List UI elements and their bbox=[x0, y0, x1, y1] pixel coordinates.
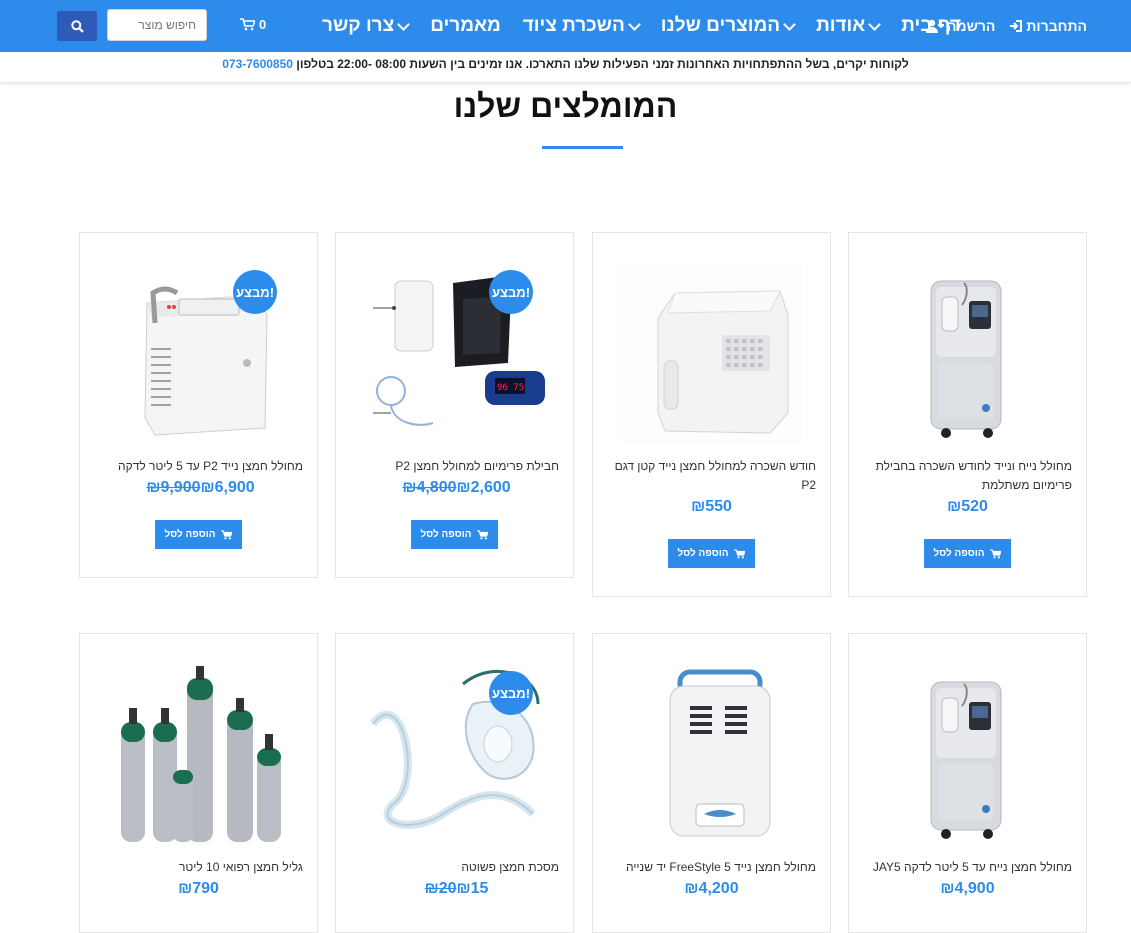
product-price: ₪520 bbox=[849, 498, 1086, 516]
sale-badge: מבצע! bbox=[489, 270, 533, 314]
announcement-text: לקוחות יקרים, בשל ההתפתחויות האחרונות זמ… bbox=[292, 57, 909, 71]
nav-item-label: השכרת ציוד bbox=[522, 15, 625, 36]
product-image[interactable] bbox=[620, 263, 803, 443]
current-price: ₪15 bbox=[456, 880, 489, 897]
product-price: ₪4,800₪2,600 bbox=[336, 479, 573, 497]
product-card[interactable]: 96 75 מבצע! חבילת פרימיום למחולל חמצן P2 ₪4… bbox=[335, 232, 574, 578]
old-price: ₪20 bbox=[424, 880, 457, 897]
product-card[interactable]: מחולל חמצן נייד FreeStyle 5 יד שנייה ₪4,2… bbox=[592, 633, 831, 933]
chevron-down-icon bbox=[627, 17, 641, 31]
nav-item[interactable]: דף בית bbox=[901, 15, 961, 37]
nav-item-label: מאמרים bbox=[430, 15, 501, 36]
section-title: המומלצים שלנו bbox=[453, 88, 678, 124]
product-name[interactable]: גליל חמצן רפואי 10 ליטר bbox=[94, 858, 303, 877]
current-price: ₪520 bbox=[947, 498, 988, 515]
sign-in-icon bbox=[1010, 20, 1023, 32]
product-name[interactable]: מחולל נייח ונייד לחודש השכרה בחבילת פרימ… bbox=[863, 457, 1072, 495]
current-price: ₪4,200 bbox=[684, 880, 739, 897]
current-price: ₪2,600 bbox=[456, 479, 511, 496]
cart-link[interactable]: 0 bbox=[240, 17, 266, 32]
cart-icon bbox=[221, 529, 233, 539]
product-card[interactable]: מבצע! מסכת חמצן פשוטה ₪20₪15 bbox=[335, 633, 574, 933]
nav-item[interactable]: מאמרים bbox=[430, 15, 501, 37]
current-price: ₪6,900 bbox=[200, 479, 255, 496]
cart-icon bbox=[990, 548, 1002, 558]
old-price: ₪9,900 bbox=[146, 479, 201, 496]
nav-item-label: דף בית bbox=[901, 15, 961, 36]
product-price: ₪550 bbox=[593, 498, 830, 516]
login-label: התחברות bbox=[1026, 18, 1087, 34]
cart-count: 0 bbox=[259, 17, 267, 32]
product-card[interactable]: מבצע! מחולל חמצן נייד P2 עד 5 ליטר לדקה ₪9… bbox=[79, 232, 318, 578]
add-to-cart-label: הוספה לסל bbox=[164, 529, 216, 540]
nav-item[interactable]: אודות bbox=[816, 15, 882, 37]
cart-icon bbox=[734, 548, 746, 558]
title-underline bbox=[542, 146, 623, 149]
product-card[interactable]: גליל חמצן רפואי 10 ליטר ₪790 bbox=[79, 633, 318, 933]
product-price: ₪4,200 bbox=[593, 880, 830, 898]
add-to-cart-label: הוספה לסל bbox=[420, 529, 472, 540]
sale-badge: מבצע! bbox=[233, 270, 277, 314]
phone-link[interactable]: 073-7600850 bbox=[222, 57, 293, 71]
current-price: ₪550 bbox=[691, 498, 732, 515]
chevron-down-icon bbox=[397, 17, 411, 31]
product-name[interactable]: מחולל חמצן נייד P2 עד 5 ליטר לדקה bbox=[94, 457, 303, 476]
sale-badge: מבצע! bbox=[489, 671, 533, 715]
product-price: ₪9,900₪6,900 bbox=[80, 479, 317, 497]
product-image[interactable] bbox=[876, 263, 1059, 443]
search-icon bbox=[70, 19, 84, 33]
svg-text:96 75: 96 75 bbox=[497, 383, 524, 393]
chevron-down-icon bbox=[783, 17, 796, 31]
nav-item-label: המוצרים שלנו bbox=[660, 15, 781, 36]
add-to-cart-button[interactable]: הוספה לסל bbox=[923, 539, 1012, 568]
add-to-cart-button[interactable]: הוספה לסל bbox=[410, 520, 499, 549]
nav-item[interactable]: השכרת ציוד bbox=[522, 15, 641, 37]
current-price: ₪790 bbox=[178, 880, 219, 897]
old-price: ₪4,800 bbox=[402, 479, 457, 496]
search-input[interactable] bbox=[107, 9, 207, 41]
product-price: ₪790 bbox=[80, 880, 317, 898]
login-link[interactable]: התחברות bbox=[1009, 18, 1087, 34]
product-image[interactable] bbox=[107, 664, 290, 844]
cart-icon bbox=[477, 529, 489, 539]
current-price: ₪4,900 bbox=[940, 880, 995, 897]
add-to-cart-button[interactable]: הוספה לסל bbox=[667, 539, 756, 568]
product-name[interactable]: מסכת חמצן פשוטה bbox=[350, 858, 559, 877]
product-price: ₪4,900 bbox=[849, 880, 1086, 898]
search-button[interactable] bbox=[57, 11, 97, 41]
announcement-bar: לקוחות יקרים, בשל ההתפתחויות האחרונות זמ… bbox=[0, 52, 1131, 83]
product-name[interactable]: חודש השכרה למחולל חמצן נייד קטן דגם P2 bbox=[607, 457, 816, 495]
cart-icon bbox=[240, 18, 255, 31]
product-name[interactable]: חבילת פרימיום למחולל חמצן P2 bbox=[350, 457, 559, 476]
main-menu: דף בית אודות המוצרים שלנו השכרת ציוד מאמרים צ… bbox=[322, 0, 961, 52]
add-to-cart-label: הוספה לסל bbox=[933, 548, 985, 559]
product-name[interactable]: מחולל חמצן נייח עד 5 ליטר לדקה JAY5 bbox=[863, 858, 1072, 877]
product-card[interactable]: מחולל נייח ונייד לחודש השכרה בחבילת פרימ… bbox=[848, 232, 1087, 597]
nav-item[interactable]: המוצרים שלנו bbox=[660, 15, 796, 37]
product-image[interactable] bbox=[876, 664, 1059, 844]
chevron-down-icon bbox=[868, 17, 882, 31]
product-card[interactable]: מחולל חמצן נייח עד 5 ליטר לדקה JAY5 ₪4,90… bbox=[848, 633, 1087, 933]
nav-item-label: צרו קשר bbox=[322, 15, 395, 36]
product-card[interactable]: חודש השכרה למחולל חמצן נייד קטן דגם P2 ₪5… bbox=[592, 232, 831, 597]
nav-item[interactable]: צרו קשר bbox=[322, 15, 411, 37]
add-to-cart-label: הוספה לסל bbox=[677, 548, 729, 559]
top-navigation-bar: התחברות הרשמה דף בית אודות המוצרים שלנו השכ… bbox=[0, 0, 1131, 52]
add-to-cart-button[interactable]: הוספה לסל bbox=[154, 520, 243, 549]
product-price: ₪20₪15 bbox=[336, 880, 573, 898]
product-image[interactable] bbox=[620, 664, 803, 844]
product-name[interactable]: מחולל חמצן נייד FreeStyle 5 יד שנייה bbox=[607, 858, 816, 877]
nav-item-label: אודות bbox=[816, 15, 866, 36]
